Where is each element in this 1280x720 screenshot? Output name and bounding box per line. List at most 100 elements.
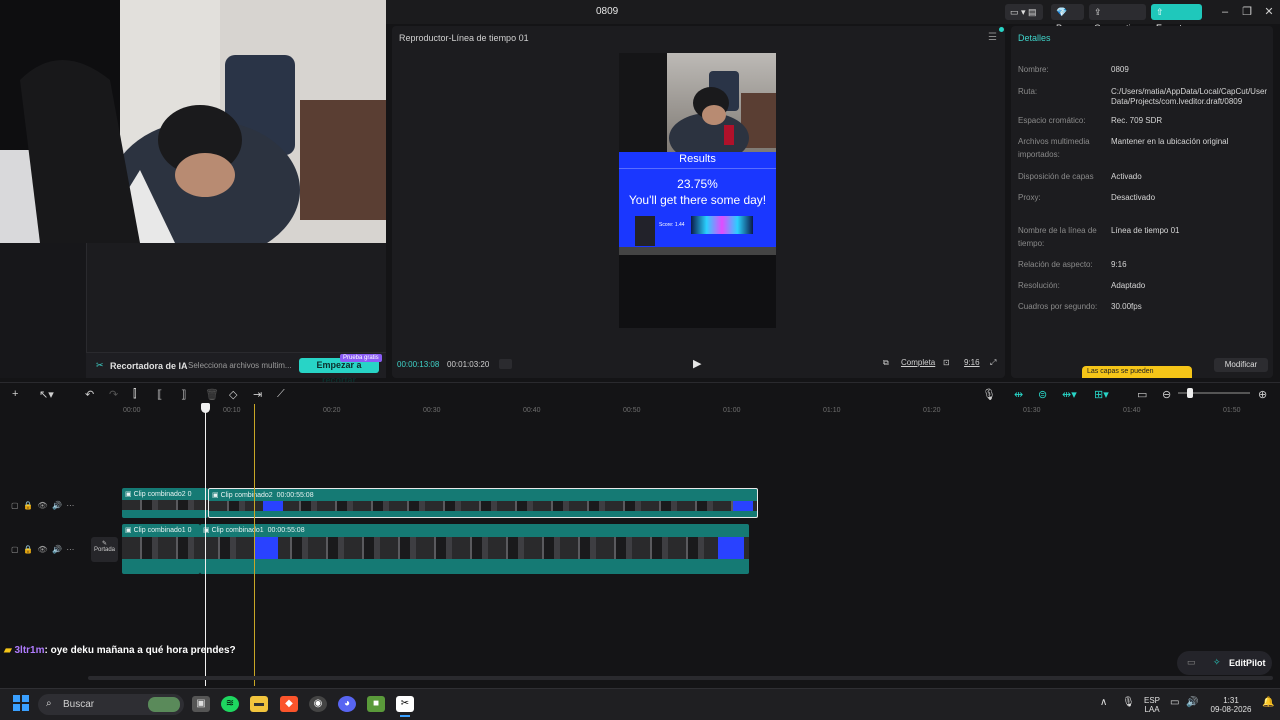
- tray-overflow-icon[interactable]: ∧: [1100, 698, 1107, 708]
- details-label: Resolución:: [1018, 281, 1060, 290]
- snap-icon[interactable]: ⊞▾: [1094, 388, 1109, 401]
- track2-controls[interactable]: ▢ 🔒 👁 🔊 ⋯: [11, 501, 74, 510]
- preview-axis-icon[interactable]: ⇹▾: [1062, 388, 1077, 401]
- spotify-icon[interactable]: ≋: [221, 696, 239, 712]
- video-preview[interactable]: Results 23.75% You'll get there some day…: [619, 53, 776, 328]
- results-message: You'll get there some day!: [628, 193, 767, 207]
- crop-icon[interactable]: ⧉: [883, 358, 889, 368]
- taskbar-search[interactable]: ⌕ Buscar: [38, 694, 184, 715]
- link-icon[interactable]: ⊜: [1038, 388, 1047, 401]
- clip-combined2-b[interactable]: ▣ Clip combinado2 00:00:55:08: [208, 488, 758, 518]
- notifications-icon[interactable]: 🔔: [1262, 698, 1274, 708]
- layers-tooltip: Las capas se pueden: [1082, 366, 1192, 378]
- share-button[interactable]: ⇪ Compartir: [1089, 4, 1146, 33]
- window-title: 0809: [596, 6, 619, 17]
- file-explorer-icon[interactable]: ▬: [250, 696, 268, 712]
- clip-frame-blue: [263, 501, 283, 511]
- discord-icon[interactable]: ◕: [338, 696, 356, 712]
- ruler-tick: 01:20: [923, 407, 941, 414]
- details-value: Activado: [1111, 172, 1142, 181]
- clip-frame-blue: [718, 537, 744, 559]
- zoom-in-icon[interactable]: ⊕: [1258, 388, 1267, 401]
- timeline-scrollbar[interactable]: [88, 676, 1273, 680]
- modify-button[interactable]: Modificar: [1214, 358, 1268, 372]
- menu-icon[interactable]: ☰: [988, 32, 997, 43]
- details-value: Línea de tiempo 01: [1111, 226, 1180, 235]
- select-tool-icon[interactable]: ↖▾: [39, 388, 54, 401]
- notification-dot: [999, 27, 1004, 32]
- language-indicator[interactable]: ESP LAA: [1144, 696, 1160, 714]
- panel-icon[interactable]: ▭: [1187, 657, 1196, 668]
- auto-reframe-icon[interactable]: ⟋: [277, 388, 285, 401]
- details-label: Relación de aspecto:: [1018, 260, 1093, 269]
- minecraft-icon[interactable]: ■: [367, 696, 385, 712]
- ruler-tick: 01:00: [723, 407, 741, 414]
- microphone-icon[interactable]: 🎙: [982, 388, 996, 401]
- ruler-tick: 01:30: [1023, 407, 1041, 414]
- ruler-tick: 00:30: [423, 407, 441, 414]
- brave-icon[interactable]: ◆: [280, 696, 298, 712]
- details-label: Nombre:: [1018, 65, 1049, 74]
- playhead[interactable]: [205, 404, 206, 686]
- track1-controls[interactable]: ▢ 🔒 👁 🔊 ⋯: [11, 545, 74, 554]
- details-title: Detalles: [1018, 33, 1051, 43]
- details-label: Cuadros por segundo:: [1018, 302, 1098, 311]
- delete-icon[interactable]: 🗑: [205, 388, 219, 401]
- current-time: 00:00:13:08: [397, 360, 440, 369]
- captions-icon[interactable]: ▭: [1137, 388, 1147, 401]
- details-label: Archivos multimedia importados:: [1018, 137, 1090, 159]
- result-score: Score: 1.44: [659, 222, 685, 228]
- timecode-toggle[interactable]: [499, 359, 512, 369]
- network-icon[interactable]: ▭: [1170, 698, 1179, 708]
- pro-button[interactable]: 💎 Pro: [1051, 4, 1084, 33]
- play-icon[interactable]: ▶: [693, 357, 701, 370]
- mark-icon[interactable]: ◇: [229, 388, 237, 401]
- add-icon[interactable]: +: [12, 388, 18, 400]
- volume-icon[interactable]: 🔊: [1186, 698, 1198, 708]
- free-trial-badge: Prueba gratis: [340, 354, 382, 362]
- fullscreen-icon[interactable]: ⤢: [990, 358, 996, 368]
- clip-frames: [122, 500, 208, 510]
- clip-combined2-a[interactable]: ▣ Clip combinado2 0: [122, 488, 208, 518]
- screenshot-icon[interactable]: ⊡: [943, 358, 950, 367]
- layout-icon[interactable]: ▭ ▾ ▤: [1005, 4, 1043, 20]
- magnet-icon[interactable]: ⇹: [1014, 388, 1023, 401]
- quality-button[interactable]: Completa: [901, 358, 935, 367]
- split-left-icon[interactable]: ⟦: [157, 388, 162, 401]
- editpilot-button[interactable]: ▭ ✧ EditPilot: [1177, 651, 1272, 675]
- cover-button[interactable]: ✎ Portada: [91, 537, 118, 562]
- playhead-handle[interactable]: [201, 403, 210, 413]
- obs-icon[interactable]: ◉: [309, 696, 327, 712]
- capcut-icon[interactable]: ✂: [396, 696, 414, 712]
- media-category-panel: [0, 243, 86, 378]
- zoom-out-icon[interactable]: ⊖: [1162, 388, 1171, 401]
- freeze-icon[interactable]: ⇥: [253, 388, 262, 401]
- results-percent: 23.75%: [677, 177, 718, 191]
- details-value: 0809: [1111, 65, 1129, 74]
- zoom-slider-handle[interactable]: [1187, 388, 1193, 398]
- close-icon[interactable]: ✕: [1261, 4, 1277, 20]
- mic-tray-icon[interactable]: 🎙: [1122, 698, 1135, 708]
- preview-bar: [619, 247, 776, 255]
- clip-frames: [209, 501, 757, 511]
- split-icon[interactable]: ⫿: [133, 388, 137, 401]
- windows-start-icon[interactable]: [13, 695, 29, 711]
- ai-cutter-icon: ✂: [96, 360, 104, 370]
- clock[interactable]: 1:31 09-08-2026: [1205, 696, 1257, 714]
- restore-icon[interactable]: ❐: [1239, 4, 1255, 20]
- undo-icon[interactable]: ↶: [85, 388, 94, 401]
- clip-combined1-b[interactable]: ▣ Clip combinado1 00:00:55:08: [200, 524, 749, 574]
- waveform: [691, 216, 753, 234]
- details-value: 9:16: [1111, 260, 1127, 269]
- clip-label: ▣ Clip combinado2 00:00:55:08: [212, 492, 314, 499]
- minimize-icon[interactable]: –: [1217, 4, 1233, 20]
- clip-combined1-a[interactable]: ▣ Clip combinado1 0: [122, 524, 200, 574]
- split-right-icon[interactable]: ⟧: [181, 388, 186, 401]
- redo-icon[interactable]: ↷: [109, 388, 118, 401]
- export-button[interactable]: ⇧ Exportar: [1151, 4, 1202, 33]
- aspect-ratio-button[interactable]: 9:16: [964, 358, 980, 367]
- task-view-icon[interactable]: ▣: [192, 696, 210, 712]
- ruler-tick: 01:10: [823, 407, 841, 414]
- ruler-tick: 01:40: [1123, 407, 1141, 414]
- clip-label: ▣ Clip combinado1 0: [125, 527, 192, 534]
